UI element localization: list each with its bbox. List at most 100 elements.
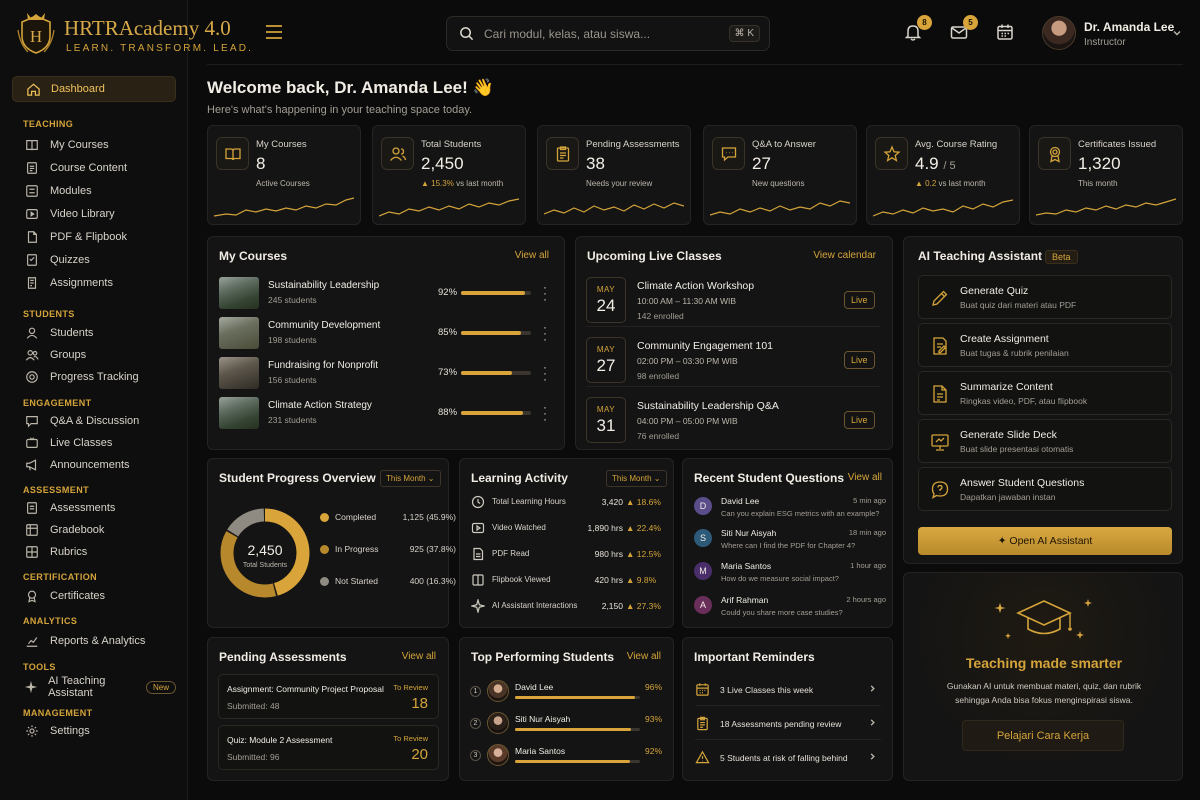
- question-item[interactable]: D David Lee 5 min ago Can you explain ESG m…: [694, 495, 886, 523]
- sidebar-item-groups[interactable]: Groups: [12, 344, 176, 366]
- search-input[interactable]: [484, 26, 724, 41]
- question-item[interactable]: A Arif Rahman 2 hours ago Could you share m…: [694, 594, 886, 622]
- chart-icon: [24, 633, 40, 649]
- more-options-icon[interactable]: · · ·: [543, 321, 549, 345]
- sidebar-item-pdf-flipbook[interactable]: PDF & Flipbook: [12, 226, 176, 248]
- view-calendar-link[interactable]: View calendar: [813, 250, 876, 261]
- live-class-item[interactable]: MAY 27 Community Engagement 101 02:00 PM …: [586, 335, 880, 387]
- sidebar-item-live-classes[interactable]: Live Classes: [12, 432, 176, 454]
- sidebar-item-label: Assessments: [50, 502, 116, 514]
- sidebar-item-gradebook[interactable]: Gradebook: [12, 519, 176, 541]
- view-all-students-link[interactable]: View all: [627, 651, 661, 662]
- sidebar-item-reports[interactable]: Reports & Analytics: [12, 630, 176, 652]
- live-badge[interactable]: Live: [844, 351, 875, 369]
- top-student-row[interactable]: 3 Maria Santos 92%: [470, 740, 662, 770]
- live-badge[interactable]: Live: [844, 291, 875, 309]
- brand-logo[interactable]: H HRTRAcademy 4.0 LEARN. TRANSFORM. LEAD…: [16, 10, 251, 60]
- pending-assessment-item[interactable]: Quiz: Module 2 Assessment Submitted: 96 …: [218, 725, 439, 770]
- live-class-item[interactable]: MAY 31 Sustainability Leadership Q&A 04:0…: [586, 395, 880, 447]
- sidebar-item-qa-discussion[interactable]: Q&A & Discussion: [12, 410, 176, 432]
- top-student-row[interactable]: 1 David Lee 96%: [470, 676, 662, 706]
- date-badge: MAY 31: [586, 397, 626, 443]
- sidebar-item-video-library[interactable]: Video Library: [12, 203, 176, 225]
- gear-icon: [24, 723, 40, 739]
- reminder-item[interactable]: 5 Students at risk of falling behind: [695, 742, 881, 774]
- generate-slide-deck-button[interactable]: Generate Slide Deck Buat slide presentas…: [918, 419, 1172, 463]
- notifications-button[interactable]: 8: [903, 15, 932, 42]
- avatar: S: [694, 529, 712, 547]
- graduation-cap-icon: [994, 599, 1092, 639]
- summary-icon: [929, 383, 951, 405]
- sidebar-item-assessments[interactable]: Assessments: [12, 497, 176, 519]
- time-filter-dropdown[interactable]: This Month ⌄: [380, 470, 441, 487]
- sidebar-item-modules[interactable]: Modules: [12, 180, 176, 202]
- question-item[interactable]: S Siti Nur Aisyah 18 min ago Where can I fi…: [694, 527, 886, 555]
- sidebar-item-progress-tracking[interactable]: Progress Tracking: [12, 366, 176, 388]
- search-bar[interactable]: ⌘ K: [446, 16, 770, 51]
- sidebar-item-quizzes[interactable]: Quizzes: [12, 249, 176, 271]
- student-score: 96%: [644, 682, 662, 692]
- new-badge: New: [145, 680, 176, 694]
- course-row[interactable]: Sustainability Leadership 245 students 9…: [219, 276, 554, 310]
- calendar-icon: [695, 682, 710, 697]
- sidebar-item-announcements[interactable]: Announcements: [12, 454, 176, 476]
- sidebar-item-students[interactable]: Students: [12, 322, 176, 344]
- learn-how-button[interactable]: Pelajari Cara Kerja: [962, 720, 1124, 751]
- target-icon: [24, 369, 40, 385]
- sidebar-item-certificates[interactable]: Certificates: [12, 585, 176, 607]
- pending-assessment-item[interactable]: Assignment: Community Project Proposal S…: [218, 674, 439, 719]
- generate-quiz-button[interactable]: Generate Quiz Buat quiz dari materi atau…: [918, 275, 1172, 319]
- live-class-item[interactable]: MAY 24 Climate Action Workshop 10:00 AM –…: [586, 275, 880, 327]
- reminder-item[interactable]: 3 Live Classes this week: [695, 674, 881, 706]
- sidebar-item-label: Quizzes: [50, 254, 90, 266]
- sidebar-item-label: Settings: [50, 725, 90, 737]
- create-assignment-button[interactable]: Create Assignment Buat tugas & rubrik pe…: [918, 323, 1172, 367]
- stat-trend: ▲ 15.3%: [421, 179, 454, 188]
- sidebar-item-rubrics[interactable]: Rubrics: [12, 541, 176, 563]
- stat-card-courses[interactable]: My Courses 8 Active Courses: [207, 125, 361, 225]
- sidebar-item-ai-teaching-assistant[interactable]: AI Teaching Assistant New: [12, 675, 176, 699]
- chevron-right-icon: [868, 718, 877, 727]
- sidebar-item-course-content[interactable]: Course Content: [12, 157, 176, 179]
- course-row[interactable]: Fundraising for Nonprofit 156 students 7…: [219, 356, 554, 390]
- messages-button[interactable]: 5: [949, 15, 978, 42]
- stat-card-students[interactable]: Total Students 2,450 ▲ 15.3% vs last mon…: [372, 125, 526, 225]
- sidebar-item-settings[interactable]: Settings: [12, 720, 176, 742]
- open-ai-assistant-button[interactable]: ✦ Open AI Assistant: [918, 527, 1172, 555]
- top-student-row[interactable]: 2 Siti Nur Aisyah 93%: [470, 708, 662, 738]
- stat-card-rating[interactable]: Avg. Course Rating 4.9 / 5 ▲ 0.2 vs last…: [866, 125, 1020, 225]
- reminder-item[interactable]: 18 Assessments pending review: [695, 708, 881, 740]
- live-badge[interactable]: Live: [844, 411, 875, 429]
- answer-questions-button[interactable]: Answer Student Questions Dapatkan jawaba…: [918, 467, 1172, 511]
- view-all-questions-link[interactable]: View all: [848, 472, 882, 483]
- user-menu[interactable]: Dr. Amanda Lee Instructor: [1042, 14, 1192, 52]
- date-badge: MAY 24: [586, 277, 626, 323]
- view-all-courses-link[interactable]: View all: [515, 250, 549, 261]
- ai-assistant-panel: AI Teaching Assistant Beta Generate Quiz…: [903, 236, 1183, 564]
- users-icon: [381, 137, 414, 170]
- chevron-right-icon: [868, 752, 877, 761]
- stat-card-certificates[interactable]: Certificates Issued 1,320 This month: [1029, 125, 1183, 225]
- sidebar-item-my-courses[interactable]: My Courses: [12, 134, 176, 156]
- stat-card-qa[interactable]: Q&A to Answer 27 New questions: [703, 125, 857, 225]
- action-subtitle: Buat slide presentasi otomatis: [960, 444, 1074, 454]
- course-row[interactable]: Climate Action Strategy 231 students 88%…: [219, 396, 554, 430]
- calendar-button[interactable]: [995, 22, 1015, 42]
- user-name: Dr. Amanda Lee: [1084, 20, 1175, 34]
- more-options-icon[interactable]: · · ·: [543, 401, 549, 425]
- course-students: 231 students: [268, 415, 317, 425]
- more-options-icon[interactable]: · · ·: [543, 281, 549, 305]
- course-row[interactable]: Community Development 198 students 85% ·…: [219, 316, 554, 350]
- sidebar-item-assignments[interactable]: Assignments: [12, 272, 176, 294]
- menu-icon[interactable]: [264, 24, 284, 40]
- sidebar-item-dashboard[interactable]: Dashboard: [12, 76, 176, 102]
- stat-card-pending[interactable]: Pending Assessments 38 Needs your review: [537, 125, 691, 225]
- more-options-icon[interactable]: · · ·: [543, 361, 549, 385]
- question-item[interactable]: M Maria Santos 1 hour ago How do we measure…: [694, 560, 886, 588]
- summarize-content-button[interactable]: Summarize Content Ringkas video, PDF, at…: [918, 371, 1172, 415]
- panel-title: Student Progress Overview: [219, 471, 376, 485]
- view-all-assessments-link[interactable]: View all: [402, 651, 436, 662]
- svg-text:H: H: [30, 27, 42, 46]
- legend-label: In Progress: [335, 544, 379, 554]
- time-filter-dropdown[interactable]: This Month ⌄: [606, 470, 667, 487]
